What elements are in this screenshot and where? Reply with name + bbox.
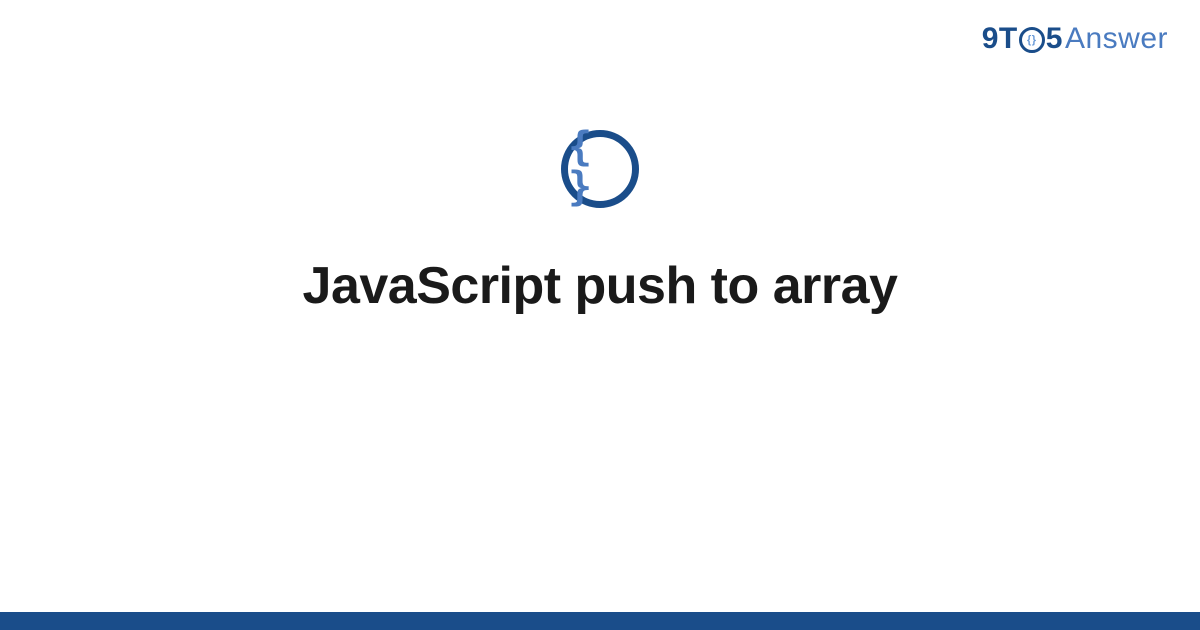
- content-block: { } JavaScript push to array: [0, 130, 1200, 316]
- logo-circle-icon: {}: [1019, 27, 1045, 53]
- logo-text-5: 5: [1046, 22, 1063, 56]
- logo-text-answer: Answer: [1065, 22, 1168, 56]
- code-braces-glyph: { }: [568, 127, 632, 207]
- logo-circle-braces: {}: [1027, 35, 1037, 46]
- footer-bar: [0, 612, 1200, 630]
- page-title: JavaScript push to array: [303, 256, 898, 316]
- site-logo: 9T {} 5 Answer: [982, 22, 1168, 56]
- code-braces-icon: { }: [561, 130, 639, 208]
- logo-text-9t: 9T: [982, 22, 1018, 56]
